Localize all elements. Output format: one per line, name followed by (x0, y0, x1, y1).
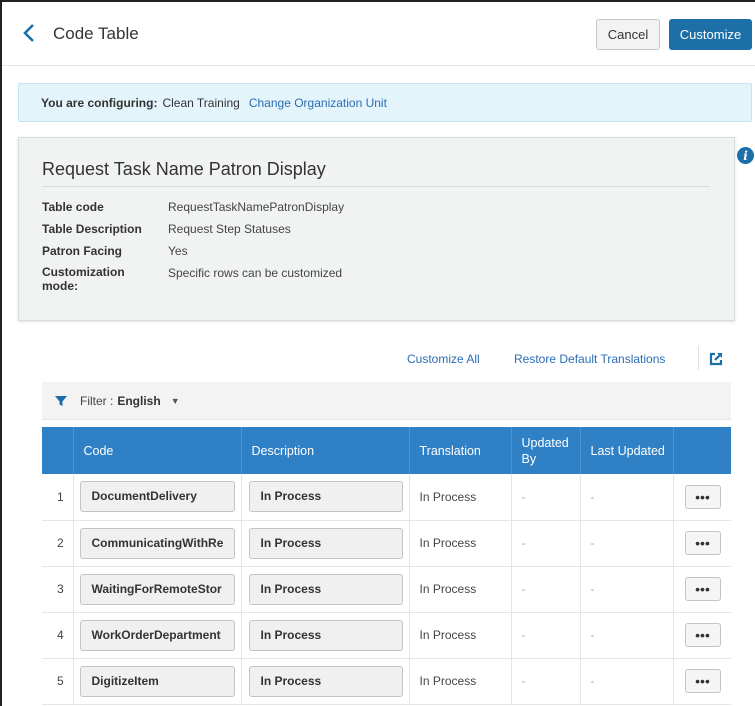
filter-label: Filter : (80, 393, 114, 408)
code-field[interactable]: WaitingForRemoteStor (79, 573, 235, 605)
row-actions-button[interactable]: ••• (684, 531, 721, 555)
code-field[interactable]: CommunicatingWithRe (79, 527, 235, 559)
code-cell: WorkOrderDepartment (73, 612, 242, 658)
row-number: 1 (42, 474, 74, 520)
description-field[interactable]: In Process (248, 481, 403, 513)
code-field[interactable]: DocumentDelivery (79, 481, 235, 513)
external-link-icon[interactable] (708, 351, 724, 367)
updated-by-cell: - (511, 520, 581, 566)
field-value-patron-facing: Yes (168, 244, 188, 258)
code-table: Code Description Translation Updated By … (42, 427, 731, 705)
chevron-down-icon[interactable]: ▼ (171, 396, 180, 406)
field-value-table-description: Request Step Statuses (168, 222, 291, 236)
restore-default-translations-link[interactable]: Restore Default Translations (514, 352, 665, 366)
configuring-label: You are configuring: (41, 95, 158, 110)
translation-cell: In Process (409, 474, 512, 520)
table-row: 2 CommunicatingWithRe In Process In Proc… (42, 520, 731, 566)
column-header-last-updated[interactable]: Last Updated (580, 427, 674, 474)
table-header-row: Code Description Translation Updated By … (42, 427, 731, 474)
field-label-table-description: Table Description (42, 222, 142, 236)
translation-cell: In Process (409, 612, 512, 658)
divider (698, 346, 699, 370)
configuring-banner: You are configuring: Clean Training Chan… (18, 83, 752, 122)
column-header-updated-by-label: Updated By (521, 435, 569, 466)
code-cell: DocumentDelivery (73, 474, 242, 520)
change-organization-link[interactable]: Change Organization Unit (249, 96, 387, 110)
description-field[interactable]: In Process (248, 573, 403, 605)
description-cell: In Process (241, 612, 410, 658)
field-label-table-code: Table code (42, 200, 104, 214)
column-header-description[interactable]: Description (241, 427, 410, 474)
last-updated-cell: - (580, 658, 674, 704)
code-field[interactable]: DigitizeItem (79, 665, 235, 697)
column-header-number (42, 427, 74, 474)
actions-cell: ••• (673, 612, 731, 658)
code-cell: WaitingForRemoteStor (73, 566, 242, 612)
row-number: 3 (42, 566, 74, 612)
actions-cell: ••• (673, 658, 731, 704)
updated-by-cell: - (511, 612, 581, 658)
filter-value[interactable]: English (117, 394, 160, 408)
translation-cell: In Process (409, 520, 512, 566)
field-value-table-code: RequestTaskNamePatronDisplay (168, 200, 345, 214)
actions-cell: ••• (673, 520, 731, 566)
last-updated-cell: - (580, 474, 674, 520)
description-field[interactable]: In Process (248, 665, 403, 697)
table-row: 3 WaitingForRemoteStor In Process In Pro… (42, 566, 731, 612)
description-cell: In Process (241, 658, 410, 704)
organization-name: Clean Training (162, 95, 240, 110)
table-row: 4 WorkOrderDepartment In Process In Proc… (42, 612, 731, 658)
updated-by-cell: - (511, 566, 581, 612)
field-label-patron-facing: Patron Facing (42, 244, 123, 258)
row-actions-button[interactable]: ••• (684, 623, 721, 647)
customize-all-link[interactable]: Customize All (407, 352, 480, 366)
row-actions-button[interactable]: ••• (684, 669, 721, 693)
row-number: 2 (42, 520, 74, 566)
updated-by-cell: - (511, 474, 581, 520)
last-updated-cell: - (580, 566, 674, 612)
translation-cell: In Process (409, 566, 512, 612)
description-cell: In Process (241, 566, 410, 612)
description-cell: In Process (241, 474, 410, 520)
page-title: Code Table (53, 24, 139, 43)
table-row: 5 DigitizeItem In Process In Process - -… (42, 658, 731, 704)
actions-cell: ••• (673, 566, 731, 612)
description-cell: In Process (241, 520, 410, 566)
updated-by-cell: - (511, 658, 581, 704)
info-icon[interactable]: i (737, 147, 754, 164)
column-header-updated-by[interactable]: Updated By (511, 427, 581, 474)
description-field[interactable]: In Process (248, 527, 403, 559)
customize-button[interactable]: Customize (669, 19, 752, 50)
code-cell: DigitizeItem (73, 658, 242, 704)
code-field[interactable]: WorkOrderDepartment (79, 619, 235, 651)
divider (42, 186, 710, 187)
column-header-code[interactable]: Code (73, 427, 242, 474)
cancel-button[interactable]: Cancel (596, 19, 660, 50)
filter-bar[interactable]: Filter : English ▼ (42, 382, 731, 420)
description-field[interactable]: In Process (248, 619, 403, 651)
last-updated-cell: - (580, 612, 674, 658)
chevron-left-icon[interactable] (22, 22, 36, 44)
last-updated-cell: - (580, 520, 674, 566)
row-number: 5 (42, 658, 74, 704)
panel-title: Request Task Name Patron Display (42, 159, 326, 179)
column-header-actions (673, 427, 731, 474)
column-header-translation[interactable]: Translation (409, 427, 512, 474)
table-row: 1 DocumentDelivery In Process In Process… (42, 474, 731, 520)
actions-cell: ••• (673, 474, 731, 520)
code-cell: CommunicatingWithRe (73, 520, 242, 566)
page-header: Code Table Cancel Customize (2, 2, 755, 66)
translation-cell: In Process (409, 658, 512, 704)
row-actions-button[interactable]: ••• (684, 484, 721, 509)
funnel-icon (55, 395, 67, 406)
row-actions-button[interactable]: ••• (684, 577, 721, 601)
row-number: 4 (42, 612, 74, 658)
field-value-customization-mode: Specific rows can be customized (168, 266, 343, 280)
field-label-customization-mode: Customization mode: (42, 265, 125, 293)
